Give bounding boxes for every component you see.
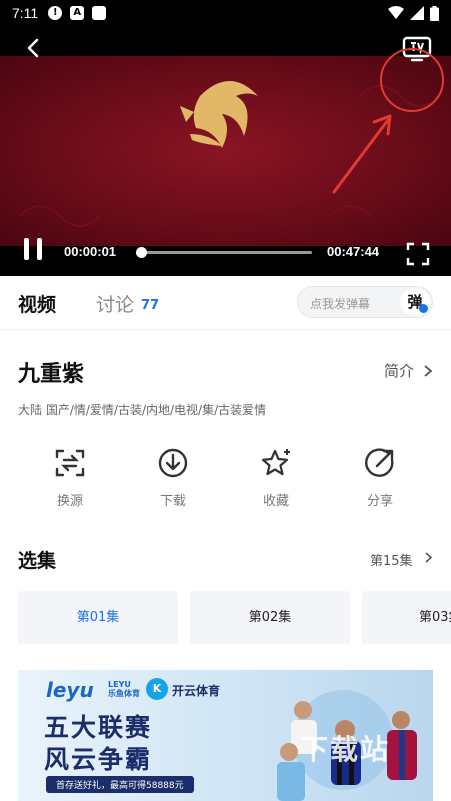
status-time: 7:11 xyxy=(12,5,39,21)
show-title: 九重紫 xyxy=(18,362,85,387)
pause-icon[interactable] xyxy=(24,238,44,260)
episodes-count-link[interactable]: 第15集 xyxy=(370,550,413,569)
danmu-toggle-button[interactable]: 弹 xyxy=(400,289,430,315)
download-icon xyxy=(158,448,188,478)
status-right xyxy=(388,5,439,21)
chevron-right-icon[interactable] xyxy=(424,551,433,564)
episode-item-label: 第03集 xyxy=(419,610,451,625)
progress-bar[interactable] xyxy=(136,247,312,258)
favorite-button[interactable]: 收藏 xyxy=(246,448,306,509)
ad-brand-sub-bottom: 乐鱼体育 xyxy=(108,689,140,698)
annotation-circle xyxy=(380,48,444,112)
action-label: 换源 xyxy=(56,494,83,509)
status-bar: 7:11 ! A xyxy=(0,0,451,26)
total-time: 00:47:44 xyxy=(327,244,380,259)
share-icon xyxy=(365,448,394,477)
alert-icon: ! xyxy=(48,6,63,20)
tab-video[interactable]: 视频 xyxy=(18,290,56,317)
episode-item[interactable]: 第03集 xyxy=(362,591,451,644)
wifi-icon xyxy=(388,6,404,19)
progress-knob[interactable] xyxy=(136,247,147,258)
check-icon xyxy=(419,304,428,313)
battery-icon xyxy=(430,5,439,21)
action-label: 下载 xyxy=(159,494,186,509)
episode-item[interactable]: 第02集 xyxy=(190,591,350,644)
ad-brand-sub: LEYU 乐鱼体育 xyxy=(108,680,140,698)
episodes-title: 选集 xyxy=(18,550,57,572)
tab-bar: 视频 讨论 77 点我发弹幕 弹 xyxy=(0,276,451,330)
download-button[interactable]: 下载 xyxy=(143,448,203,509)
player-controls: 00:00:01 00:47:44 xyxy=(0,232,451,266)
switch-source-button[interactable]: 换源 xyxy=(40,448,100,509)
chevron-right-icon[interactable] xyxy=(423,364,433,378)
share-button[interactable]: 分享 xyxy=(350,448,410,509)
episode-item[interactable]: 第01集 xyxy=(18,591,178,644)
star-icon xyxy=(261,449,290,476)
action-label: 分享 xyxy=(366,494,393,509)
switch-source-icon xyxy=(55,449,85,477)
show-tags: 大陆 国产/情/爱情/古装/内地/电视/集/古装爱情 xyxy=(18,403,267,417)
fullscreen-icon[interactable] xyxy=(406,242,430,266)
ad-brand-2: 开云体育 xyxy=(172,684,221,698)
action-label: 收藏 xyxy=(262,494,289,509)
danmu-input[interactable]: 点我发弹幕 弹 xyxy=(297,286,433,318)
square-icon xyxy=(92,6,107,20)
k-logo-icon: K xyxy=(146,678,168,700)
video-player[interactable]: 00:00:01 00:47:44 xyxy=(0,26,451,276)
a-icon: A xyxy=(70,6,85,20)
watermark-text: 下载站 xyxy=(300,733,391,766)
intro-link[interactable]: 简介 xyxy=(384,360,414,381)
ad-promo: 首存送好礼，最高可得58888元 xyxy=(46,776,194,793)
ad-headline-1: 五大联赛 xyxy=(44,713,153,742)
danmu-placeholder: 点我发弹幕 xyxy=(310,297,371,311)
back-arrow-icon[interactable] xyxy=(22,36,46,60)
signal-icon xyxy=(410,6,424,20)
tab-discuss[interactable]: 讨论 xyxy=(96,290,134,317)
current-time: 00:00:01 xyxy=(64,244,117,259)
ad-headline-2: 风云争霸 xyxy=(44,745,153,774)
annotation-arrow xyxy=(332,114,392,194)
discuss-count-badge: 77 xyxy=(141,298,160,313)
ad-brand: leyu xyxy=(46,678,94,702)
ad-brand-sub-top: LEYU xyxy=(108,680,131,689)
